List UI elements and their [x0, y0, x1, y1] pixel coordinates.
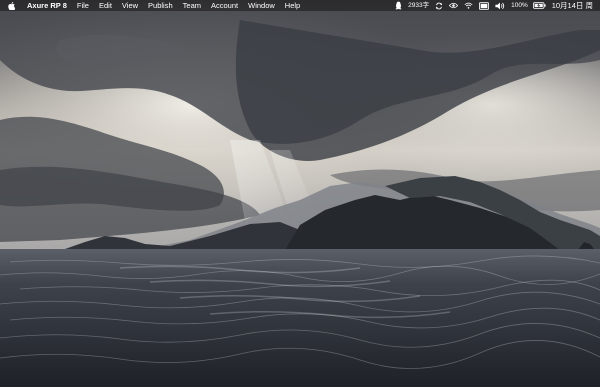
menu-team[interactable]: Team — [178, 0, 206, 11]
menu-help[interactable]: Help — [280, 0, 305, 11]
char-count-status[interactable]: 2933字 — [405, 0, 432, 11]
eye-icon — [449, 2, 459, 9]
display-icon — [479, 1, 490, 10]
battery-percent[interactable]: 100% — [508, 0, 530, 11]
battery-charging-icon — [532, 2, 546, 9]
volume-status-item[interactable] — [492, 0, 508, 11]
eye-status-item[interactable] — [446, 0, 461, 11]
wifi-icon — [464, 2, 473, 9]
sync-icon — [435, 2, 443, 10]
apple-logo-icon — [8, 1, 15, 10]
wifi-status-item[interactable] — [461, 0, 476, 11]
desktop: Axure RP 8 File Edit View Publish Team A… — [0, 0, 600, 387]
menu-bar-clock[interactable]: 10月14日 周 — [549, 0, 596, 11]
sync-status-item[interactable] — [432, 0, 446, 11]
qq-penguin-icon — [395, 1, 402, 10]
qq-status-item[interactable] — [392, 0, 405, 11]
app-menu-axure[interactable]: Axure RP 8 — [19, 0, 72, 11]
menu-bar-left: Axure RP 8 File Edit View Publish Team A… — [6, 0, 305, 11]
menu-publish[interactable]: Publish — [143, 0, 178, 11]
menu-view[interactable]: View — [117, 0, 143, 11]
menu-account[interactable]: Account — [206, 0, 243, 11]
menu-window[interactable]: Window — [243, 0, 280, 11]
volume-icon — [495, 2, 505, 10]
menu-bar: Axure RP 8 File Edit View Publish Team A… — [0, 0, 600, 11]
menu-file[interactable]: File — [72, 0, 94, 11]
menu-edit[interactable]: Edit — [94, 0, 117, 11]
apple-menu[interactable] — [6, 0, 19, 11]
battery-status-item[interactable] — [530, 0, 549, 11]
display-status-item[interactable] — [476, 0, 492, 11]
menu-bar-status: 2933字 100% 10月14日 周 — [392, 0, 596, 11]
desktop-wallpaper — [0, 0, 600, 387]
